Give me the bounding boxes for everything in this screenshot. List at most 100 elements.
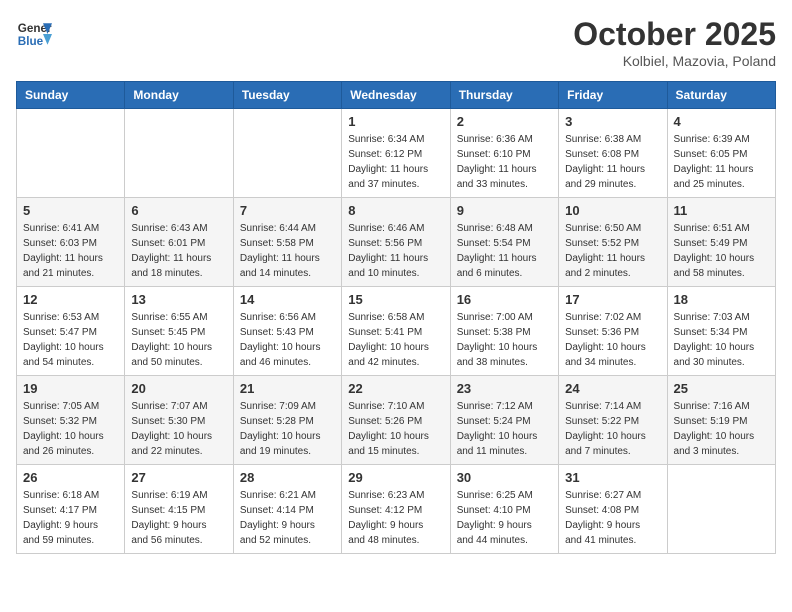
day-info: Sunrise: 7:03 AM Sunset: 5:34 PM Dayligh… [674, 310, 769, 370]
day-info: Sunrise: 7:07 AM Sunset: 5:30 PM Dayligh… [131, 399, 226, 459]
month-year: October 2025 [573, 16, 776, 53]
week-row-3: 12Sunrise: 6:53 AM Sunset: 5:47 PM Dayli… [17, 287, 776, 376]
day-info: Sunrise: 7:16 AM Sunset: 5:19 PM Dayligh… [674, 399, 769, 459]
week-row-5: 26Sunrise: 6:18 AM Sunset: 4:17 PM Dayli… [17, 465, 776, 554]
calendar-cell: 18 Sunrise: 7:03 AM Sunset: 5:34 PM Dayli… [667, 287, 775, 376]
calendar-cell: 20 Sunrise: 7:07 AM Sunset: 5:30 PM Dayli… [125, 376, 233, 465]
calendar-cell: 10Sunrise: 6:50 AM Sunset: 5:52 PM Dayli… [559, 198, 667, 287]
day-number: 7 [240, 203, 335, 218]
weekday-header-sunday: Sunday [17, 82, 125, 109]
calendar-cell: 3Sunrise: 6:38 AM Sunset: 6:08 PM Daylig… [559, 109, 667, 198]
weekday-header-wednesday: Wednesday [342, 82, 450, 109]
day-info: Sunrise: 6:34 AM Sunset: 6:12 PM Dayligh… [348, 132, 443, 192]
weekday-header-tuesday: Tuesday [233, 82, 341, 109]
day-number: 5 [23, 203, 118, 218]
day-info: Sunrise: 6:18 AM Sunset: 4:17 PM Dayligh… [23, 488, 118, 548]
day-number: 12 [23, 292, 118, 307]
calendar-cell [125, 109, 233, 198]
calendar-cell: 28Sunrise: 6:21 AM Sunset: 4:14 PM Dayli… [233, 465, 341, 554]
calendar-cell: 30 Sunrise: 6:25 AM Sunset: 4:10 PM Dayli… [450, 465, 558, 554]
day-info: Sunrise: 6:23 AM Sunset: 4:12 PM Dayligh… [348, 488, 443, 548]
day-info: Sunrise: 6:58 AM Sunset: 5:41 PM Dayligh… [348, 310, 443, 370]
day-info: Sunrise: 6:25 AM Sunset: 4:10 PM Dayligh… [457, 488, 552, 548]
day-info: Sunrise: 6:44 AM Sunset: 5:58 PM Dayligh… [240, 221, 335, 281]
weekday-header-thursday: Thursday [450, 82, 558, 109]
calendar-cell: 7 Sunrise: 6:44 AM Sunset: 5:58 PM Daylig… [233, 198, 341, 287]
day-number: 8 [348, 203, 443, 218]
calendar-cell: 22 Sunrise: 7:10 AM Sunset: 5:26 PM Dayli… [342, 376, 450, 465]
day-number: 17 [565, 292, 660, 307]
weekday-header-saturday: Saturday [667, 82, 775, 109]
day-number: 16 [457, 292, 552, 307]
calendar-cell: 23 Sunrise: 7:12 AM Sunset: 5:24 PM Dayli… [450, 376, 558, 465]
day-info: Sunrise: 7:05 AM Sunset: 5:32 PM Dayligh… [23, 399, 118, 459]
day-info: Sunrise: 6:55 AM Sunset: 5:45 PM Dayligh… [131, 310, 226, 370]
calendar-cell: 19Sunrise: 7:05 AM Sunset: 5:32 PM Dayli… [17, 376, 125, 465]
day-number: 2 [457, 114, 552, 129]
day-number: 15 [348, 292, 443, 307]
calendar-cell: 5 Sunrise: 6:41 AM Sunset: 6:03 PM Daylig… [17, 198, 125, 287]
day-info: Sunrise: 6:46 AM Sunset: 5:56 PM Dayligh… [348, 221, 443, 281]
day-info: Sunrise: 7:12 AM Sunset: 5:24 PM Dayligh… [457, 399, 552, 459]
day-info: Sunrise: 6:41 AM Sunset: 6:03 PM Dayligh… [23, 221, 118, 281]
day-number: 31 [565, 470, 660, 485]
day-info: Sunrise: 6:43 AM Sunset: 6:01 PM Dayligh… [131, 221, 226, 281]
logo-icon: General Blue [16, 16, 52, 52]
day-number: 9 [457, 203, 552, 218]
day-number: 11 [674, 203, 769, 218]
calendar-cell: 27 Sunrise: 6:19 AM Sunset: 4:15 PM Dayli… [125, 465, 233, 554]
day-number: 13 [131, 292, 226, 307]
day-number: 20 [131, 381, 226, 396]
day-info: Sunrise: 6:50 AM Sunset: 5:52 PM Dayligh… [565, 221, 660, 281]
calendar-cell: 26Sunrise: 6:18 AM Sunset: 4:17 PM Dayli… [17, 465, 125, 554]
day-info: Sunrise: 6:39 AM Sunset: 6:05 PM Dayligh… [674, 132, 769, 192]
day-info: Sunrise: 6:21 AM Sunset: 4:14 PM Dayligh… [240, 488, 335, 548]
day-number: 1 [348, 114, 443, 129]
day-info: Sunrise: 7:10 AM Sunset: 5:26 PM Dayligh… [348, 399, 443, 459]
week-row-4: 19Sunrise: 7:05 AM Sunset: 5:32 PM Dayli… [17, 376, 776, 465]
calendar-cell: 2 Sunrise: 6:36 AM Sunset: 6:10 PM Daylig… [450, 109, 558, 198]
day-info: Sunrise: 6:56 AM Sunset: 5:43 PM Dayligh… [240, 310, 335, 370]
day-info: Sunrise: 6:48 AM Sunset: 5:54 PM Dayligh… [457, 221, 552, 281]
day-number: 18 [674, 292, 769, 307]
calendar-cell [17, 109, 125, 198]
day-info: Sunrise: 6:36 AM Sunset: 6:10 PM Dayligh… [457, 132, 552, 192]
day-number: 23 [457, 381, 552, 396]
day-number: 27 [131, 470, 226, 485]
day-number: 30 [457, 470, 552, 485]
calendar-cell [667, 465, 775, 554]
day-info: Sunrise: 7:14 AM Sunset: 5:22 PM Dayligh… [565, 399, 660, 459]
logo: General Blue [16, 16, 52, 52]
day-info: Sunrise: 7:00 AM Sunset: 5:38 PM Dayligh… [457, 310, 552, 370]
day-number: 29 [348, 470, 443, 485]
calendar-cell: 11 Sunrise: 6:51 AM Sunset: 5:49 PM Dayli… [667, 198, 775, 287]
day-info: Sunrise: 6:19 AM Sunset: 4:15 PM Dayligh… [131, 488, 226, 548]
calendar-cell: 12Sunrise: 6:53 AM Sunset: 5:47 PM Dayli… [17, 287, 125, 376]
weekday-header-friday: Friday [559, 82, 667, 109]
calendar-cell: 9 Sunrise: 6:48 AM Sunset: 5:54 PM Daylig… [450, 198, 558, 287]
calendar-cell: 25 Sunrise: 7:16 AM Sunset: 5:19 PM Dayli… [667, 376, 775, 465]
day-number: 25 [674, 381, 769, 396]
location: Kolbiel, Mazovia, Poland [573, 53, 776, 69]
week-row-2: 5 Sunrise: 6:41 AM Sunset: 6:03 PM Daylig… [17, 198, 776, 287]
day-number: 22 [348, 381, 443, 396]
day-info: Sunrise: 7:09 AM Sunset: 5:28 PM Dayligh… [240, 399, 335, 459]
day-number: 6 [131, 203, 226, 218]
calendar-cell: 6 Sunrise: 6:43 AM Sunset: 6:01 PM Daylig… [125, 198, 233, 287]
day-number: 3 [565, 114, 660, 129]
day-info: Sunrise: 6:51 AM Sunset: 5:49 PM Dayligh… [674, 221, 769, 281]
day-info: Sunrise: 6:27 AM Sunset: 4:08 PM Dayligh… [565, 488, 660, 548]
calendar-cell: 31 Sunrise: 6:27 AM Sunset: 4:08 PM Dayli… [559, 465, 667, 554]
day-number: 21 [240, 381, 335, 396]
title-block: October 2025 Kolbiel, Mazovia, Poland [573, 16, 776, 69]
calendar-cell [233, 109, 341, 198]
calendar-cell: 4 Sunrise: 6:39 AM Sunset: 6:05 PM Daylig… [667, 109, 775, 198]
calendar-cell: 24Sunrise: 7:14 AM Sunset: 5:22 PM Dayli… [559, 376, 667, 465]
calendar-cell: 8 Sunrise: 6:46 AM Sunset: 5:56 PM Daylig… [342, 198, 450, 287]
week-row-1: 1 Sunrise: 6:34 AM Sunset: 6:12 PM Daylig… [17, 109, 776, 198]
calendar: SundayMondayTuesdayWednesdayThursdayFrid… [16, 81, 776, 554]
day-number: 4 [674, 114, 769, 129]
weekday-header-row: SundayMondayTuesdayWednesdayThursdayFrid… [17, 82, 776, 109]
calendar-cell: 21 Sunrise: 7:09 AM Sunset: 5:28 PM Dayli… [233, 376, 341, 465]
calendar-cell: 13 Sunrise: 6:55 AM Sunset: 5:45 PM Dayli… [125, 287, 233, 376]
